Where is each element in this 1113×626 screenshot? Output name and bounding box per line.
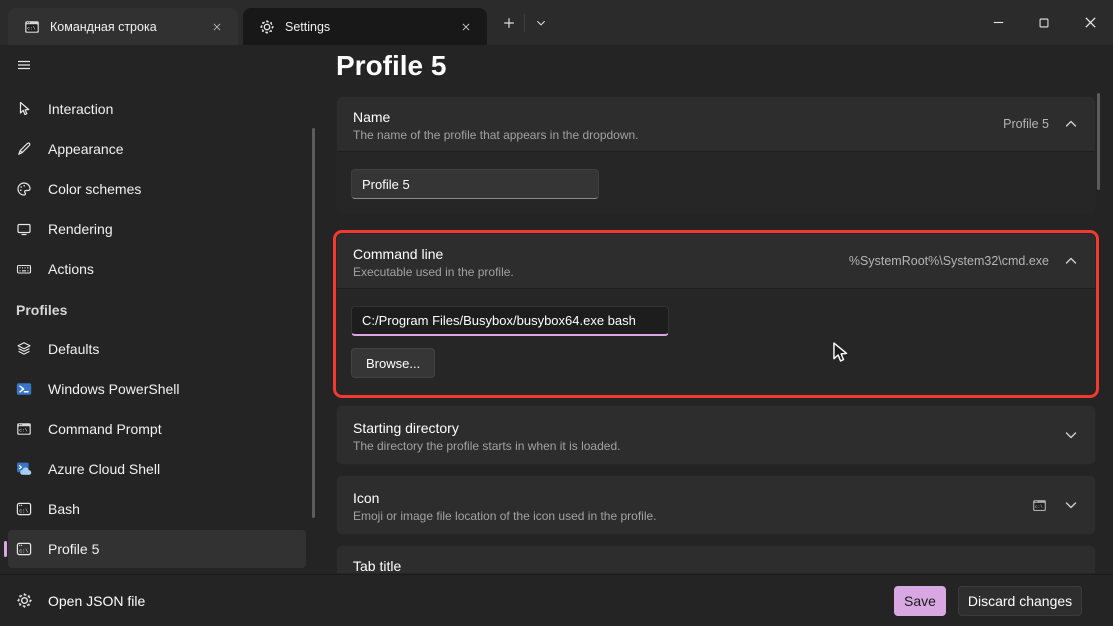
settings-footer: Open JSON file Save Discard changes	[0, 574, 1113, 626]
sidebar-scrollbar[interactable]	[312, 128, 315, 518]
close-tab-icon[interactable]	[455, 16, 477, 38]
profile-name-input[interactable]	[351, 169, 599, 199]
setting-description: Emoji or image file location of the icon…	[353, 509, 1032, 523]
settings-sidebar: Interaction Appearance Color schemes Ren…	[0, 45, 320, 574]
settings-main-panel: Profile 5 Name The name of the profile t…	[320, 45, 1113, 574]
cmd-icon	[16, 421, 32, 437]
profile-icon-preview	[1032, 498, 1047, 513]
tab-dropdown-button[interactable]	[527, 10, 555, 36]
tab-label: Командная строка	[50, 20, 206, 34]
tab-settings[interactable]: Settings	[243, 8, 487, 45]
chevron-up-icon[interactable]	[1063, 253, 1079, 269]
sidebar-item-defaults[interactable]: Defaults	[8, 330, 306, 368]
icon-expander-header[interactable]: Icon Emoji or image file location of the…	[337, 476, 1095, 534]
sidebar-item-appearance[interactable]: Appearance	[8, 130, 306, 168]
tab-title-expander-header[interactable]: Tab title	[337, 546, 1095, 574]
sidebar-item-interaction[interactable]: Interaction	[8, 90, 306, 128]
setting-current-value: %SystemRoot%\System32\cmd.exe	[849, 254, 1049, 268]
setting-title: Starting directory	[353, 420, 1063, 436]
save-button[interactable]: Save	[894, 586, 946, 616]
cursor-icon	[16, 101, 32, 117]
chevron-down-icon[interactable]	[1063, 497, 1079, 513]
setting-description: The directory the profile starts in when…	[353, 439, 1063, 453]
sidebar-item-azure-cloud-shell[interactable]: Azure Cloud Shell	[8, 450, 306, 488]
powershell-icon	[16, 381, 32, 397]
discard-changes-button[interactable]: Discard changes	[958, 586, 1082, 616]
sidebar-item-rendering[interactable]: Rendering	[8, 210, 306, 248]
tab-title-setting-card: Tab title	[336, 545, 1096, 574]
page-title: Profile 5	[336, 50, 446, 82]
tab-label: Settings	[285, 20, 455, 34]
hamburger-menu-button[interactable]	[8, 52, 48, 78]
browse-button[interactable]: Browse...	[351, 348, 435, 378]
sidebar-item-actions[interactable]: Actions	[8, 250, 306, 288]
chevron-down-icon[interactable]	[1063, 427, 1079, 443]
setting-title: Tab title	[353, 558, 1079, 574]
starting-directory-expander-header[interactable]: Starting directory The directory the pro…	[337, 406, 1095, 464]
setting-title: Icon	[353, 490, 1032, 506]
windows-terminal-settings-window: Командная строка Settings Interaction	[0, 0, 1113, 626]
chevron-up-icon[interactable]	[1063, 116, 1079, 132]
starting-directory-setting-card: Starting directory The directory the pro…	[336, 405, 1096, 465]
setting-current-value: Profile 5	[1003, 117, 1049, 131]
maximize-button[interactable]	[1021, 0, 1067, 45]
command-line-setting-card: Command line Executable used in the prof…	[336, 233, 1096, 395]
gear-icon	[259, 19, 275, 35]
close-tab-icon[interactable]	[206, 16, 228, 38]
setting-title: Command line	[353, 246, 849, 262]
sidebar-item-profile-5[interactable]: Profile 5	[8, 530, 306, 568]
open-json-file-button[interactable]: Open JSON file	[16, 592, 894, 609]
command-line-expander-header[interactable]: Command line Executable used in the prof…	[337, 234, 1095, 288]
close-button[interactable]	[1067, 0, 1113, 45]
azure-cloud-icon	[16, 461, 32, 477]
brush-icon	[16, 141, 32, 157]
sidebar-item-bash[interactable]: Bash	[8, 490, 306, 528]
new-tab-button[interactable]	[495, 10, 523, 36]
command-line-input[interactable]	[351, 306, 669, 336]
sidebar-item-windows-powershell[interactable]: Windows PowerShell	[8, 370, 306, 408]
setting-title: Name	[353, 109, 1003, 125]
cmd-outline-icon	[16, 541, 32, 557]
keyboard-icon	[16, 261, 32, 277]
setting-description: Executable used in the profile.	[353, 265, 849, 279]
sidebar-item-command-prompt[interactable]: Command Prompt	[8, 410, 306, 448]
titlebar: Командная строка Settings	[0, 0, 1113, 45]
gear-icon	[16, 592, 33, 609]
tab-command-prompt[interactable]: Командная строка	[8, 8, 238, 45]
cmd-icon	[24, 19, 40, 35]
tabbar-separator	[524, 14, 525, 32]
sidebar-item-color-schemes[interactable]: Color schemes	[8, 170, 306, 208]
main-scrollbar[interactable]	[1097, 93, 1100, 190]
setting-description: The name of the profile that appears in …	[353, 128, 1003, 142]
cmd-outline-icon	[16, 501, 32, 517]
icon-setting-card: Icon Emoji or image file location of the…	[336, 475, 1096, 535]
layers-icon	[16, 341, 32, 357]
name-setting-card: Name The name of the profile that appear…	[336, 96, 1096, 213]
name-expander-header[interactable]: Name The name of the profile that appear…	[337, 97, 1095, 151]
monitor-icon	[16, 221, 32, 237]
palette-icon	[16, 181, 32, 197]
minimize-button[interactable]	[975, 0, 1021, 45]
profiles-section-header: Profiles	[16, 302, 320, 322]
